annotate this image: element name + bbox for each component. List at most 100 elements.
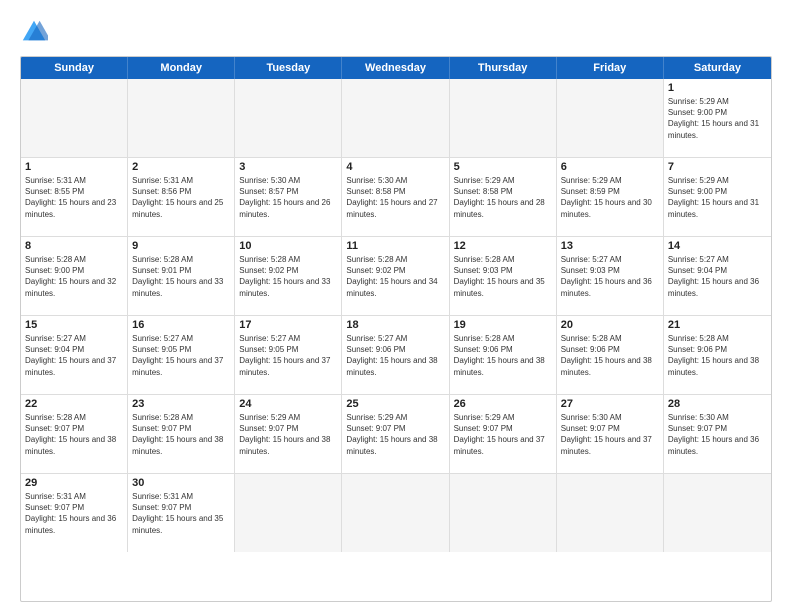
cell-info-line: Sunrise: 5:30 AM — [561, 412, 659, 423]
cell-info-line: Sunset: 9:07 PM — [454, 423, 552, 434]
day-number: 5 — [454, 161, 552, 173]
calendar-cell — [450, 79, 557, 157]
cell-info-line: Sunrise: 5:28 AM — [25, 412, 123, 423]
calendar-cell: 9Sunrise: 5:28 AMSunset: 9:01 PMDaylight… — [128, 237, 235, 315]
cell-info-line: Daylight: 15 hours and 37 minutes. — [454, 434, 552, 456]
cell-info-line: Sunset: 9:05 PM — [239, 344, 337, 355]
day-number: 11 — [346, 240, 444, 252]
day-number: 25 — [346, 398, 444, 410]
cell-info-line: Sunrise: 5:30 AM — [346, 175, 444, 186]
cell-info-line: Daylight: 15 hours and 33 minutes. — [132, 276, 230, 298]
cell-info-line: Sunrise: 5:31 AM — [132, 491, 230, 502]
calendar-cell: 1Sunrise: 5:29 AMSunset: 9:00 PMDaylight… — [664, 79, 771, 157]
calendar-cell: 6Sunrise: 5:29 AMSunset: 8:59 PMDaylight… — [557, 158, 664, 236]
calendar-cell: 5Sunrise: 5:29 AMSunset: 8:58 PMDaylight… — [450, 158, 557, 236]
weekday-header: Sunday — [21, 57, 128, 79]
cell-info-line: Sunset: 9:04 PM — [25, 344, 123, 355]
calendar-cell — [342, 79, 449, 157]
weekday-header: Friday — [557, 57, 664, 79]
calendar-cell — [557, 474, 664, 552]
cell-info-line: Daylight: 15 hours and 27 minutes. — [346, 197, 444, 219]
day-number: 18 — [346, 319, 444, 331]
day-number: 24 — [239, 398, 337, 410]
calendar-cell: 18Sunrise: 5:27 AMSunset: 9:06 PMDayligh… — [342, 316, 449, 394]
cell-info-line: Daylight: 15 hours and 38 minutes. — [668, 355, 767, 377]
calendar-cell: 23Sunrise: 5:28 AMSunset: 9:07 PMDayligh… — [128, 395, 235, 473]
weekday-header: Tuesday — [235, 57, 342, 79]
cell-info-line: Sunrise: 5:31 AM — [25, 491, 123, 502]
cell-info-line: Sunset: 9:00 PM — [25, 265, 123, 276]
cell-info-line: Sunset: 9:02 PM — [346, 265, 444, 276]
calendar-cell: 22 Sunrise: 5:28 AMSunset: 9:07 PMDayligh… — [21, 395, 128, 473]
day-number: 22 — [25, 398, 123, 410]
cell-info-line: Daylight: 15 hours and 28 minutes. — [454, 197, 552, 219]
cell-info-line: Sunrise: 5:28 AM — [25, 254, 123, 265]
cell-info-line: Daylight: 15 hours and 38 minutes. — [346, 434, 444, 456]
cell-info-line: Sunrise: 5:29 AM — [668, 175, 767, 186]
cell-info-line: Sunrise: 5:27 AM — [346, 333, 444, 344]
cell-info-line: Sunset: 9:07 PM — [25, 502, 123, 513]
cell-info-line: Sunset: 9:06 PM — [346, 344, 444, 355]
calendar-row: 29Sunrise: 5:31 AMSunset: 9:07 PMDayligh… — [21, 474, 771, 552]
cell-info-line: Daylight: 15 hours and 32 minutes. — [25, 276, 123, 298]
day-number: 7 — [668, 161, 767, 173]
calendar-row: 1Sunrise: 5:29 AMSunset: 9:00 PMDaylight… — [21, 79, 771, 158]
cell-info-line: Daylight: 15 hours and 38 minutes. — [561, 355, 659, 377]
calendar-cell: 2Sunrise: 5:31 AMSunset: 8:56 PMDaylight… — [128, 158, 235, 236]
weekday-header: Thursday — [450, 57, 557, 79]
cell-info-line: Sunrise: 5:31 AM — [25, 175, 123, 186]
cell-info-line: Sunset: 9:07 PM — [668, 423, 767, 434]
calendar-row: 22Sunrise: 5:28 AMSunset: 9:07 PMDayligh… — [21, 395, 771, 474]
day-number: 27 — [561, 398, 659, 410]
calendar-cell: 16Sunrise: 5:27 AMSunset: 9:05 PMDayligh… — [128, 316, 235, 394]
cell-info-line: Sunrise: 5:28 AM — [561, 333, 659, 344]
day-number: 19 — [454, 319, 552, 331]
cell-info-line: Daylight: 15 hours and 37 minutes. — [132, 355, 230, 377]
day-number: 16 — [132, 319, 230, 331]
cell-info-line: Sunset: 8:56 PM — [132, 186, 230, 197]
cell-info-line: Daylight: 15 hours and 38 minutes. — [132, 434, 230, 456]
day-number: 28 — [668, 398, 767, 410]
calendar-cell: 30Sunrise: 5:31 AMSunset: 9:07 PMDayligh… — [128, 474, 235, 552]
logo — [20, 18, 52, 46]
calendar-cell — [664, 474, 771, 552]
cell-info-line: Sunrise: 5:29 AM — [239, 412, 337, 423]
calendar-cell: 27Sunrise: 5:30 AMSunset: 9:07 PMDayligh… — [557, 395, 664, 473]
cell-info-line: Sunset: 9:06 PM — [668, 344, 767, 355]
calendar-cell: 21Sunrise: 5:28 AMSunset: 9:06 PMDayligh… — [664, 316, 771, 394]
weekday-header: Wednesday — [342, 57, 449, 79]
calendar-cell — [342, 474, 449, 552]
calendar-cell — [235, 474, 342, 552]
day-number: 9 — [132, 240, 230, 252]
day-number: 4 — [346, 161, 444, 173]
weekday-header: Saturday — [664, 57, 771, 79]
cell-info-line: Sunset: 9:03 PM — [561, 265, 659, 276]
day-number: 26 — [454, 398, 552, 410]
calendar-cell — [235, 79, 342, 157]
cell-info-line: Daylight: 15 hours and 30 minutes. — [561, 197, 659, 219]
cell-info-line: Sunset: 9:07 PM — [25, 423, 123, 434]
calendar-cell: 11Sunrise: 5:28 AMSunset: 9:02 PMDayligh… — [342, 237, 449, 315]
cell-info-line: Sunset: 8:59 PM — [561, 186, 659, 197]
cell-info-line: Sunset: 8:57 PM — [239, 186, 337, 197]
calendar-row: 8Sunrise: 5:28 AMSunset: 9:00 PMDaylight… — [21, 237, 771, 316]
cell-info-line: Sunrise: 5:31 AM — [132, 175, 230, 186]
cell-info-line: Sunrise: 5:28 AM — [239, 254, 337, 265]
calendar-cell: 14Sunrise: 5:27 AMSunset: 9:04 PMDayligh… — [664, 237, 771, 315]
cell-info-line: Sunrise: 5:30 AM — [668, 412, 767, 423]
day-number: 20 — [561, 319, 659, 331]
day-number: 10 — [239, 240, 337, 252]
calendar-cell: 1Sunrise: 5:31 AMSunset: 8:55 PMDaylight… — [21, 158, 128, 236]
calendar-cell — [557, 79, 664, 157]
cell-info-line: Sunset: 9:00 PM — [668, 186, 767, 197]
calendar-cell: 28Sunrise: 5:30 AMSunset: 9:07 PMDayligh… — [664, 395, 771, 473]
calendar-cell: 29Sunrise: 5:31 AMSunset: 9:07 PMDayligh… — [21, 474, 128, 552]
cell-info-line: Daylight: 15 hours and 38 minutes. — [454, 355, 552, 377]
cell-info-line: Sunset: 9:06 PM — [561, 344, 659, 355]
weekday-header: Monday — [128, 57, 235, 79]
cell-info-line: Daylight: 15 hours and 38 minutes. — [25, 434, 123, 456]
cell-info-line: Sunrise: 5:27 AM — [25, 333, 123, 344]
cell-info-line: Sunrise: 5:29 AM — [454, 412, 552, 423]
day-number: 3 — [239, 161, 337, 173]
cell-info-line: Daylight: 15 hours and 35 minutes. — [132, 513, 230, 535]
